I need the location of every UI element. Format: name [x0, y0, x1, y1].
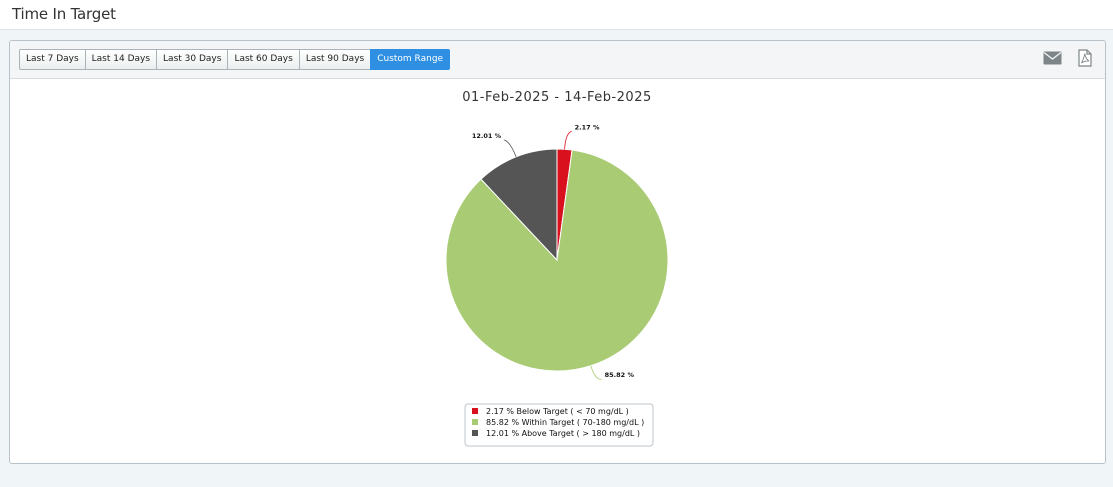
- chart-panel: Last 7 Days Last 14 Days Last 30 Days La…: [9, 40, 1106, 464]
- label-connector: [504, 139, 517, 157]
- legend-swatch: [472, 408, 478, 414]
- custom-range-button[interactable]: Custom Range: [370, 49, 451, 70]
- last-60-days-button[interactable]: Last 60 Days: [227, 49, 300, 70]
- label-connector: [590, 365, 602, 380]
- last-90-days-button[interactable]: Last 90 Days: [298, 49, 372, 70]
- legend-item[interactable]: 12.01 % Above Target ( > 180 mg/dL ): [486, 429, 640, 438]
- legend-swatch: [472, 430, 478, 436]
- chart-title: 01-Feb-2025 - 14-Feb-2025: [462, 90, 652, 105]
- legend-swatch: [472, 419, 478, 425]
- label-below-target: 2.17 %: [575, 123, 600, 131]
- last-7-days-button[interactable]: Last 7 Days: [19, 49, 86, 70]
- toolbar: Last 7 Days Last 14 Days Last 30 Days La…: [10, 41, 1105, 79]
- pdf-icon[interactable]: [1078, 49, 1092, 67]
- legend-item[interactable]: 85.82 % Within Target ( 70-180 mg/dL ): [486, 418, 644, 427]
- pie-chart: 01-Feb-2025 - 14-Feb-2025 2.17 % 85.82 % 1…: [445, 90, 669, 447]
- page-header: Time In Target: [0, 0, 1113, 30]
- legend-item[interactable]: 2.17 % Below Target ( < 70 mg/dL ): [486, 407, 629, 416]
- page-title: Time In Target: [12, 5, 116, 23]
- envelope-icon[interactable]: [1043, 51, 1062, 65]
- label-above-target: 12.01 %: [472, 132, 502, 140]
- label-within-target: 85.82 %: [605, 371, 635, 379]
- last-14-days-button[interactable]: Last 14 Days: [84, 49, 158, 70]
- legend: 2.17 % Below Target ( < 70 mg/dL ) 85.82 …: [464, 403, 654, 447]
- date-range-selector: Last 7 Days Last 14 Days Last 30 Days La…: [19, 49, 451, 70]
- label-connector: [564, 130, 572, 150]
- last-30-days-button[interactable]: Last 30 Days: [156, 49, 229, 70]
